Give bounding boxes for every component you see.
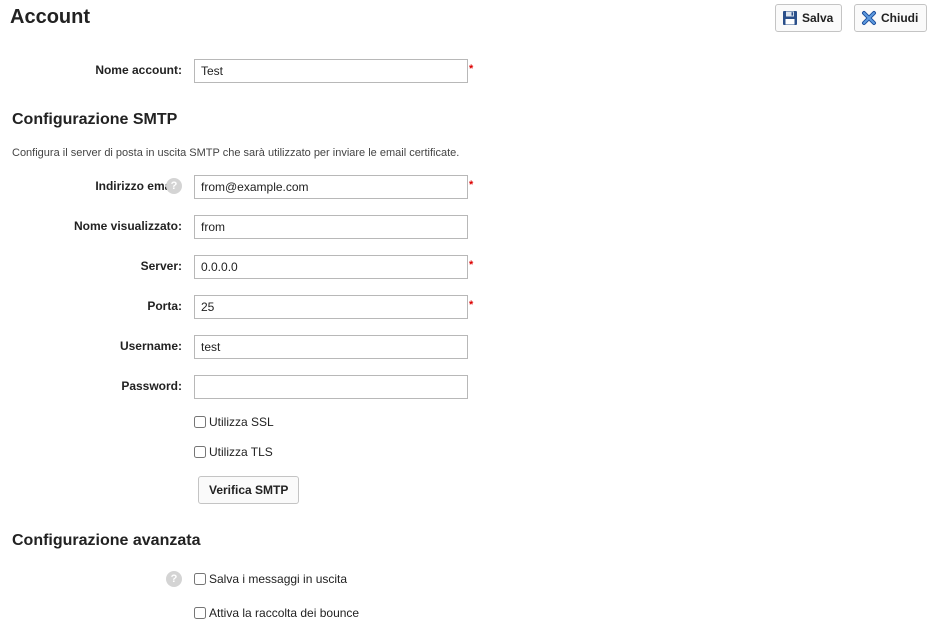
- password-label: Password:: [121, 379, 182, 393]
- tls-checkbox[interactable]: [194, 446, 206, 458]
- display-name-field[interactable]: [194, 215, 468, 239]
- question-mark-icon[interactable]: ?: [166, 571, 182, 587]
- port-label: Porta:: [147, 299, 182, 313]
- bounce-checkbox[interactable]: [194, 607, 206, 619]
- x-close-icon: [861, 10, 877, 26]
- bounce-option[interactable]: Attiva la raccolta dei bounce: [194, 606, 359, 620]
- ssl-label: Utilizza SSL: [209, 415, 274, 429]
- ssl-option[interactable]: Utilizza SSL: [194, 415, 274, 429]
- page-title: Account: [10, 6, 90, 28]
- ssl-checkbox[interactable]: [194, 416, 206, 428]
- question-mark-icon[interactable]: ?: [166, 178, 182, 194]
- save-outgoing-label: Salva i messaggi in uscita: [209, 572, 348, 586]
- close-button-label: Chiudi: [881, 11, 919, 25]
- smtp-section-title: Configurazione SMTP: [12, 111, 178, 128]
- save-button-label: Salva: [802, 11, 834, 25]
- username-field[interactable]: [194, 335, 468, 359]
- advanced-section-title: Configurazione avanzata: [12, 532, 201, 549]
- password-field[interactable]: [194, 375, 468, 399]
- port-field[interactable]: [194, 295, 468, 319]
- verify-smtp-button[interactable]: Verifica SMTP: [198, 476, 300, 504]
- save-outgoing-option[interactable]: Salva i messaggi in uscita: [194, 572, 347, 586]
- required-marker: *: [469, 179, 474, 191]
- save-outgoing-checkbox[interactable]: [194, 573, 206, 585]
- smtp-section-description: Configura il server di posta in uscita S…: [12, 147, 460, 159]
- tls-option[interactable]: Utilizza TLS: [194, 445, 273, 459]
- required-marker: *: [469, 299, 474, 311]
- tls-label: Utilizza TLS: [209, 445, 273, 459]
- server-field[interactable]: [194, 255, 468, 279]
- account-name-label: Nome account:: [95, 63, 182, 77]
- email-field[interactable]: [194, 175, 468, 199]
- save-button[interactable]: Salva: [775, 4, 843, 32]
- required-marker: *: [469, 63, 474, 75]
- server-label: Server:: [140, 259, 182, 273]
- floppy-disk-icon: [782, 10, 798, 26]
- required-marker: *: [469, 259, 474, 271]
- bounce-label: Attiva la raccolta dei bounce: [209, 606, 360, 620]
- account-name-input[interactable]: [194, 59, 468, 83]
- username-label: Username:: [119, 339, 182, 353]
- display-name-label: Nome visualizzato:: [73, 219, 182, 233]
- close-button[interactable]: Chiudi: [854, 4, 928, 32]
